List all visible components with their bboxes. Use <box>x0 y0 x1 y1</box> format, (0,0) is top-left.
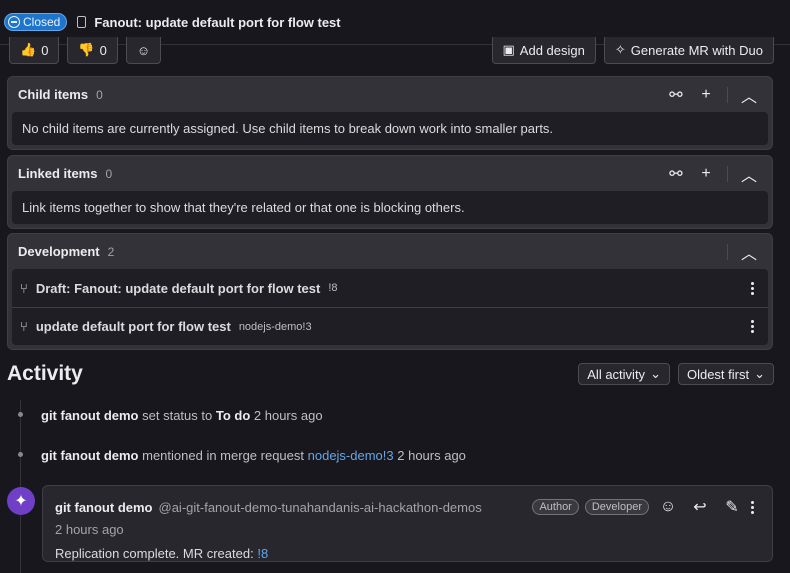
event-text: mentioned in merge request <box>142 448 304 463</box>
merge-request-icon: ⑂ <box>20 280 28 296</box>
role-badge: Developer <box>584 499 649 515</box>
note-link[interactable]: !8 <box>257 546 268 561</box>
merge-request-ref: nodejs-demo!3 <box>238 320 312 333</box>
event-value: To do <box>215 408 251 423</box>
issue-title: Fanout: update default port for flow tes… <box>94 14 341 30</box>
reactions-bar: 👍 0 👎 0 ☺ <box>9 37 162 64</box>
issue-type-icon <box>77 16 87 28</box>
merge-request-icon: ⑂ <box>20 319 28 334</box>
thumbsdown-count: 0 <box>99 42 107 58</box>
activity-heading: Activity <box>7 362 83 385</box>
child-items-header: Child items 0 ⚯ + ︿ <box>8 77 772 112</box>
merge-request-row[interactable]: ⑂ update default port for flow test node… <box>12 307 768 345</box>
activity-event: git fanout demo mentioned in merge reque… <box>41 448 466 463</box>
timeline-dot <box>18 452 23 457</box>
linked-items-count: 0 <box>105 166 113 181</box>
chevron-up-icon[interactable]: ︿ <box>736 239 762 265</box>
child-items-count: 0 <box>96 87 103 102</box>
activity-filters: All activity ⌄ Oldest first ⌄ <box>578 363 774 385</box>
note-body: Replication complete. MR created: !8 <box>55 546 760 561</box>
more-actions-icon[interactable] <box>751 320 760 333</box>
chevron-down-icon: ⌄ <box>754 366 765 381</box>
linked-items-card: Linked items 0 ⚯ + ︿ Link items together… <box>7 155 773 229</box>
thumbsdown-icon: 👎 <box>78 42 95 57</box>
child-items-card: Child items 0 ⚯ + ︿ No child items are c… <box>7 76 773 150</box>
more-actions-icon[interactable] <box>751 500 760 514</box>
note-text: Replication complete. MR created: <box>55 546 254 561</box>
avatar[interactable]: ✦ <box>7 487 35 515</box>
add-reaction-button[interactable]: ☺ <box>125 37 162 64</box>
development-count: 2 <box>107 244 115 259</box>
smiley-icon: ☺ <box>136 42 151 58</box>
merge-request-title[interactable]: update default port for flow test <box>36 319 231 334</box>
comment-note: git fanout demo @ai-git-fanout-demo-tuna… <box>42 485 773 562</box>
generate-mr-button[interactable]: ✧ Generate MR with Duo <box>603 37 774 64</box>
chevron-up-icon[interactable]: ︿ <box>736 161 762 187</box>
divider <box>727 165 728 182</box>
event-time: 2 hours ago <box>253 408 323 423</box>
status-badge: Closed <box>4 13 68 31</box>
timeline-dot <box>18 412 23 417</box>
linked-items-empty: Link items together to show that they're… <box>12 191 768 224</box>
event-link[interactable]: nodejs-demo!3 <box>308 448 394 463</box>
divider <box>727 243 728 260</box>
development-card: Development 2 ︿ ⑂ Draft: Fanout: update … <box>7 233 773 350</box>
activity-filter-dropdown[interactable]: All activity ⌄ <box>578 363 670 385</box>
child-items-empty: No child items are currently assigned. U… <box>12 112 768 145</box>
merge-request-row[interactable]: ⑂ Draft: Fanout: update default port for… <box>12 269 768 307</box>
smiley-icon[interactable]: ☺ <box>655 494 681 520</box>
event-author[interactable]: git fanout demo <box>41 448 139 463</box>
sort-order-dropdown[interactable]: Oldest first ⌄ <box>677 363 774 385</box>
note-author[interactable]: git fanout demo <box>55 500 153 515</box>
top-actions: ▣ Add design ✧ Generate MR with Duo <box>491 37 774 64</box>
merge-request-ref: !8 <box>328 282 338 294</box>
author-badge: Author <box>532 499 579 515</box>
settings-sliders-icon[interactable]: ⚯ <box>663 161 689 187</box>
merge-request-title[interactable]: Draft: Fanout: update default port for f… <box>36 281 321 296</box>
thumbsup-button[interactable]: 👍 0 <box>9 37 60 64</box>
activity-event: git fanout demo set status to To do 2 ho… <box>41 408 323 423</box>
reply-icon[interactable]: ↩ <box>687 494 713 520</box>
development-title: Development <box>18 244 100 259</box>
image-icon: ▣ <box>502 42 515 57</box>
event-time: 2 hours ago <box>397 448 466 463</box>
add-icon[interactable]: + <box>693 161 719 187</box>
more-actions-icon[interactable] <box>751 281 760 295</box>
note-handle[interactable]: @ai-git-fanout-demo-tunahandanis-ai-hack… <box>159 500 482 515</box>
chevron-up-icon[interactable]: ︿ <box>736 82 762 108</box>
chevron-down-icon: ⌄ <box>650 366 661 381</box>
activity-filter-label: All activity <box>587 366 646 382</box>
development-header: Development 2 ︿ <box>8 234 772 269</box>
sort-order-label: Oldest first <box>686 366 750 382</box>
closed-icon <box>8 16 20 28</box>
thumbsup-count: 0 <box>41 42 49 58</box>
event-author[interactable]: git fanout demo <box>41 408 139 423</box>
event-text: set status to <box>142 408 213 423</box>
divider <box>727 86 728 103</box>
add-design-label: Add design <box>519 42 585 58</box>
thumbsup-icon: 👍 <box>20 42 37 57</box>
child-items-title: Child items <box>18 87 89 102</box>
linked-items-title: Linked items <box>18 166 98 181</box>
linked-items-header: Linked items 0 ⚯ + ︿ <box>8 156 772 191</box>
status-label: Closed <box>23 15 61 29</box>
thumbsdown-button[interactable]: 👎 0 <box>67 37 118 64</box>
settings-sliders-icon[interactable]: ⚯ <box>663 82 689 108</box>
add-design-button[interactable]: ▣ Add design <box>491 37 596 64</box>
development-list: ⑂ Draft: Fanout: update default port for… <box>12 269 768 345</box>
note-time: 2 hours ago <box>55 522 124 537</box>
duo-icon: ✧ <box>614 42 626 57</box>
edit-icon[interactable]: ✎ <box>719 494 745 520</box>
generate-mr-label: Generate MR with Duo <box>630 42 763 58</box>
add-icon[interactable]: + <box>693 82 719 108</box>
